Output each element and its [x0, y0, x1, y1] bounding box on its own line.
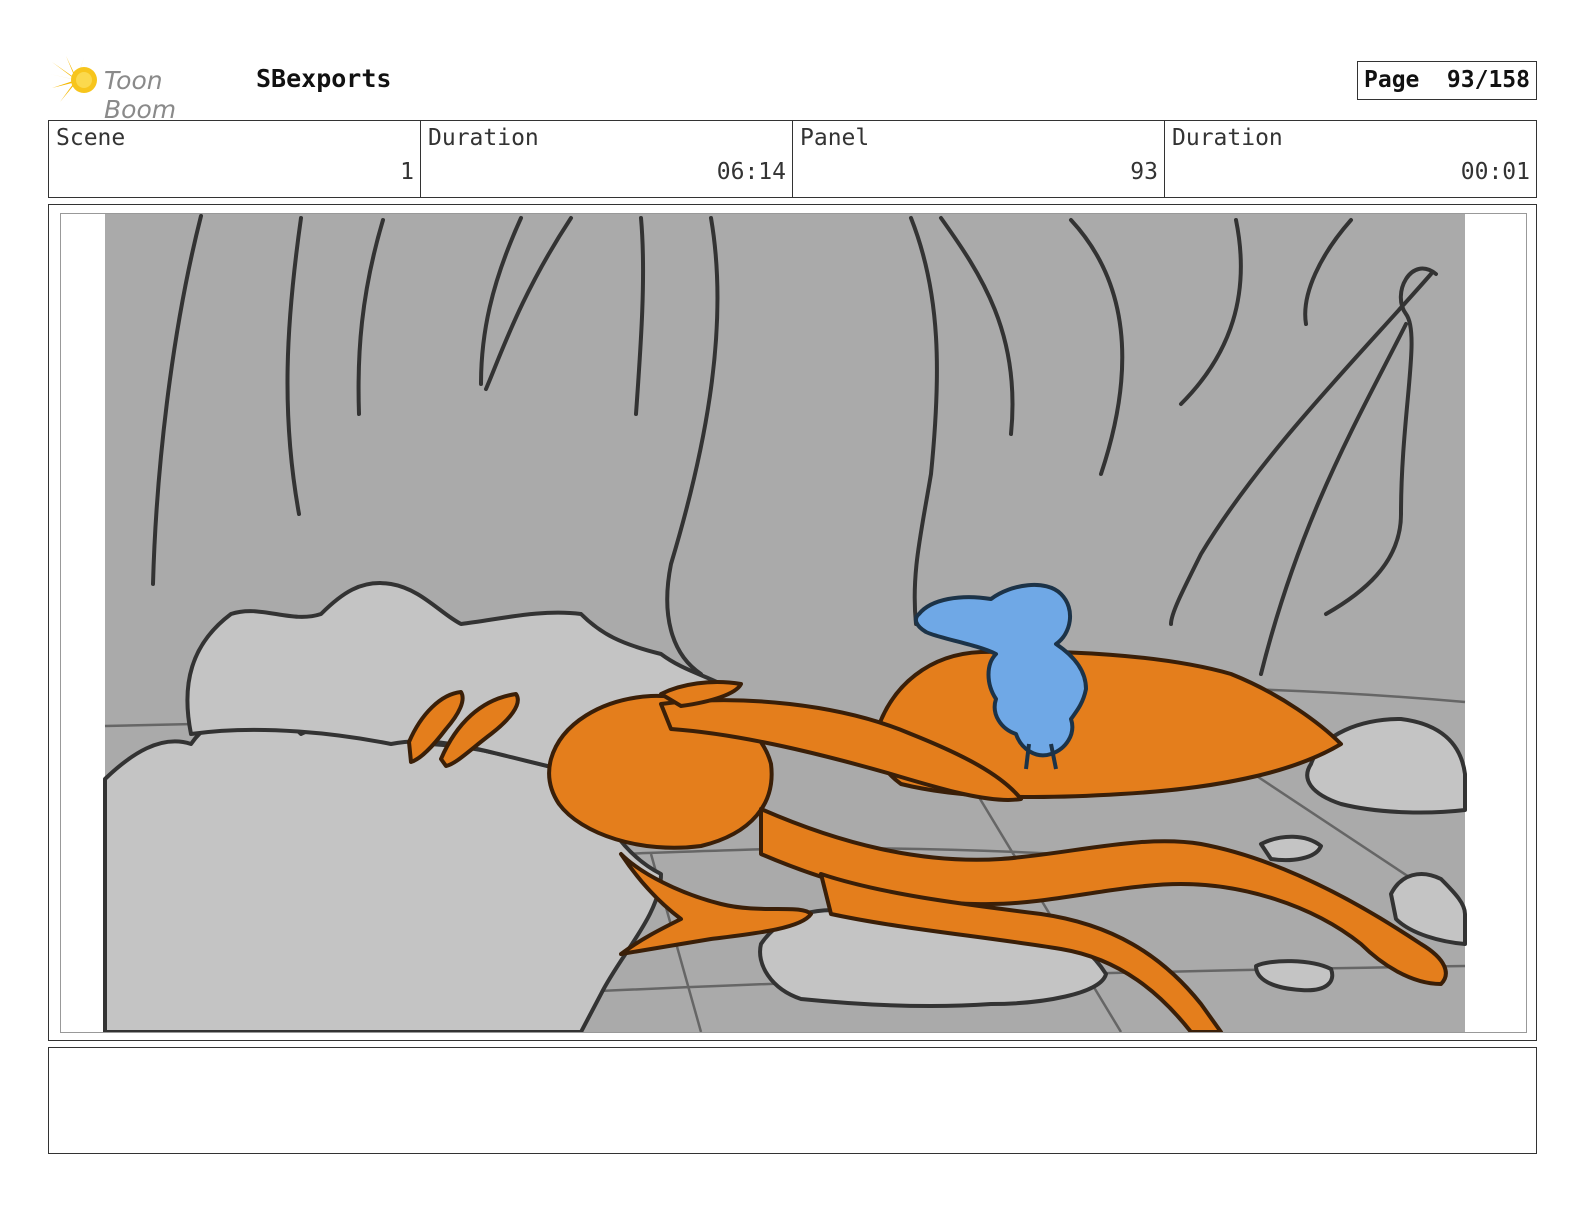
page-indicator: Page 93/158: [1357, 61, 1537, 100]
panel-cell: Panel 93: [793, 121, 1165, 197]
toon-boom-logo: Toon Boom: [50, 54, 240, 124]
panel-value: 93: [1130, 159, 1158, 185]
panel-info-table: Scene 1 Duration 06:14 Panel 93 Duration…: [48, 120, 1537, 198]
notes-box: [48, 1047, 1537, 1154]
panel-label: Panel: [800, 125, 870, 151]
storyboard-sketch-icon: [61, 214, 1526, 1032]
starburst-icon: [50, 56, 97, 102]
scene-duration-cell: Duration 06:14: [421, 121, 793, 197]
scene-duration-label: Duration: [428, 125, 539, 151]
scene-label: Scene: [56, 125, 126, 151]
page-label: Page: [1364, 67, 1420, 93]
panel-duration-value: 00:01: [1460, 159, 1530, 185]
logo-text: Toon Boom: [104, 66, 177, 124]
panel-duration-label: Duration: [1172, 125, 1283, 151]
project-name: SBexports: [256, 64, 392, 93]
panel-image: [60, 213, 1527, 1033]
panel-frame: [48, 204, 1537, 1041]
page-number: 93/158: [1446, 67, 1530, 93]
scene-value: 1: [400, 159, 414, 185]
scene-duration-value: 06:14: [716, 159, 786, 185]
panel-duration-cell: Duration 00:01: [1165, 121, 1536, 197]
scene-cell: Scene 1: [49, 121, 421, 197]
